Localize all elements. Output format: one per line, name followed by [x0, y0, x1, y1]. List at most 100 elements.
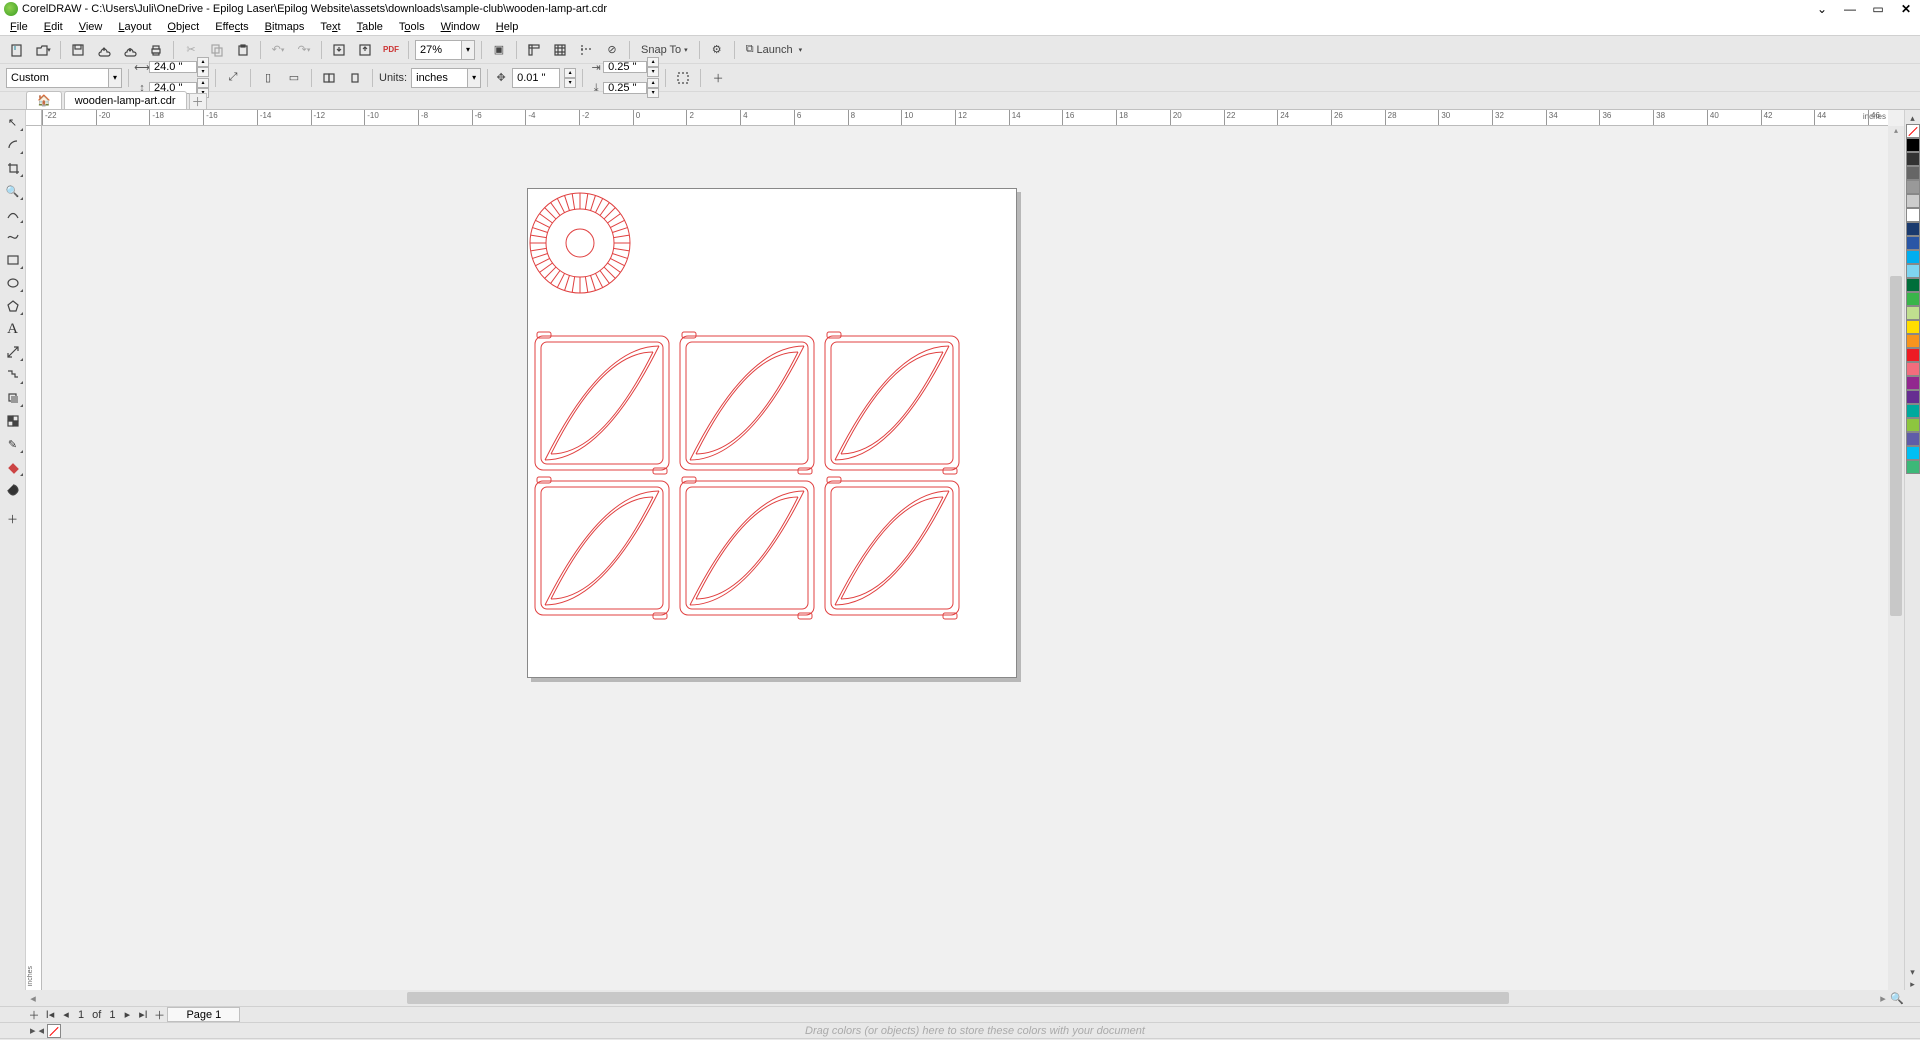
zoom-tool[interactable]: 🔍 [2, 181, 24, 201]
import-button[interactable] [328, 39, 350, 61]
menu-object[interactable]: Object [161, 19, 205, 35]
current-page-button[interactable] [344, 67, 366, 89]
eyedropper-tool[interactable]: ✎ [2, 434, 24, 454]
page-width-input[interactable] [149, 61, 197, 73]
menu-help[interactable]: Help [490, 19, 525, 35]
auto-fit-page-button[interactable]: ⤢ [222, 67, 244, 89]
maximize-button[interactable]: ▭ [1868, 2, 1888, 16]
no-color-swatch[interactable] [1906, 124, 1920, 138]
home-tab[interactable]: 🏠 [26, 91, 62, 109]
color-swatch[interactable] [1906, 166, 1920, 180]
polygon-tool[interactable] [2, 296, 24, 316]
copy-button[interactable] [206, 39, 228, 61]
horizontal-ruler[interactable]: inches -22-20-18-16-14-12-10-8-6-4-20246… [42, 110, 1888, 126]
palette-up[interactable]: ▴ [1906, 112, 1920, 124]
quick-customize[interactable]: ＋ [2, 509, 24, 529]
treat-as-filled-button[interactable] [672, 67, 694, 89]
dimension-tool[interactable] [2, 342, 24, 362]
color-swatch[interactable] [1906, 362, 1920, 376]
docpalette-none[interactable] [47, 1024, 61, 1038]
color-swatch[interactable] [1906, 278, 1920, 292]
document-palette[interactable]: ▸ ◂ Drag colors (or objects) here to sto… [0, 1022, 1920, 1038]
add-preset-button[interactable]: ＋ [707, 67, 729, 89]
color-swatch[interactable] [1906, 418, 1920, 432]
launch-dropdown[interactable]: ⧉ Launch ▾ [741, 39, 807, 61]
drawing-viewport[interactable] [42, 126, 1888, 990]
color-swatch[interactable] [1906, 180, 1920, 194]
menu-table[interactable]: Table [351, 19, 389, 35]
palette-flyout[interactable]: ▸ [1906, 978, 1920, 990]
page-prev-button[interactable]: ◂ [58, 1008, 74, 1021]
hscroll-thumb[interactable] [407, 992, 1509, 1004]
color-swatch[interactable] [1906, 138, 1920, 152]
close-button[interactable]: ✕ [1896, 2, 1916, 16]
dup-y-input[interactable] [603, 82, 647, 94]
menu-effects[interactable]: Effects [209, 19, 254, 35]
color-swatch[interactable] [1906, 306, 1920, 320]
undo-button[interactable]: ↶▾ [267, 39, 289, 61]
show-rulers-button[interactable] [523, 39, 545, 61]
export-button[interactable] [354, 39, 376, 61]
color-swatch[interactable] [1906, 334, 1920, 348]
ellipse-tool[interactable] [2, 273, 24, 293]
pick-tool[interactable]: ↖ [2, 112, 24, 132]
overflow-button[interactable]: ⌄ [1812, 2, 1832, 16]
page-add-button[interactable]: ＋ [26, 1007, 42, 1023]
save-button[interactable] [67, 39, 89, 61]
nudge-input[interactable] [512, 68, 560, 88]
color-swatch[interactable] [1906, 250, 1920, 264]
menu-view[interactable]: View [73, 19, 109, 35]
color-swatch[interactable] [1906, 222, 1920, 236]
color-swatch[interactable] [1906, 390, 1920, 404]
zoom-combo[interactable]: ▾ [415, 40, 475, 60]
docpalette-prev[interactable]: ◂ [39, 1024, 45, 1038]
page-next-button[interactable]: ▸ [119, 1008, 135, 1021]
menu-window[interactable]: Window [435, 19, 486, 35]
shape-tool[interactable] [2, 135, 24, 155]
width-dn[interactable]: ▾ [197, 67, 209, 77]
color-swatch[interactable] [1906, 432, 1920, 446]
artistic-media-tool[interactable] [2, 227, 24, 247]
vertical-ruler[interactable]: inches [26, 126, 42, 990]
document-tab[interactable]: wooden-lamp-art.cdr [64, 91, 187, 109]
color-swatch[interactable] [1906, 348, 1920, 362]
color-swatch[interactable] [1906, 236, 1920, 250]
zoom-input[interactable] [415, 40, 461, 60]
portrait-button[interactable]: ▯ [257, 67, 279, 89]
color-swatch[interactable] [1906, 320, 1920, 334]
color-swatch[interactable] [1906, 152, 1920, 166]
zoom-slider-icon[interactable]: 🔍 [1890, 992, 1904, 1005]
color-swatch[interactable] [1906, 194, 1920, 208]
menu-bitmaps[interactable]: Bitmaps [259, 19, 311, 35]
fill-tool[interactable] [2, 457, 24, 477]
text-tool[interactable]: A [2, 319, 24, 339]
paste-button[interactable] [232, 39, 254, 61]
hscroll-right[interactable]: ▸ [1876, 992, 1890, 1005]
vscroll-thumb[interactable] [1890, 276, 1902, 616]
color-swatch[interactable] [1906, 376, 1920, 390]
minimize-button[interactable]: — [1840, 2, 1860, 16]
fullscreen-preview-button[interactable]: ▣ [488, 39, 510, 61]
open-button[interactable]: ▾ [32, 39, 54, 61]
all-pages-button[interactable] [318, 67, 340, 89]
ruler-origin[interactable] [26, 110, 42, 126]
menu-layout[interactable]: Layout [112, 19, 157, 35]
dup-x-input[interactable] [603, 61, 647, 73]
menu-file[interactable]: File [4, 19, 34, 35]
docpalette-flyout[interactable]: ▸ [30, 1024, 36, 1038]
rectangle-tool[interactable] [2, 250, 24, 270]
units-combo[interactable]: ▾ [411, 68, 481, 88]
page-tab[interactable]: Page 1 [167, 1007, 240, 1022]
new-button[interactable] [6, 39, 28, 61]
landscape-button[interactable]: ▭ [283, 67, 305, 89]
crop-tool[interactable] [2, 158, 24, 178]
color-swatch[interactable] [1906, 264, 1920, 278]
color-swatch[interactable] [1906, 446, 1920, 460]
menu-tools[interactable]: Tools [393, 19, 431, 35]
height-up[interactable]: ▴ [197, 78, 209, 88]
freehand-tool[interactable] [2, 204, 24, 224]
redo-button[interactable]: ↷▾ [293, 39, 315, 61]
add-document-tab[interactable]: ＋ [189, 93, 207, 109]
color-swatch[interactable] [1906, 460, 1920, 474]
color-swatch[interactable] [1906, 208, 1920, 222]
